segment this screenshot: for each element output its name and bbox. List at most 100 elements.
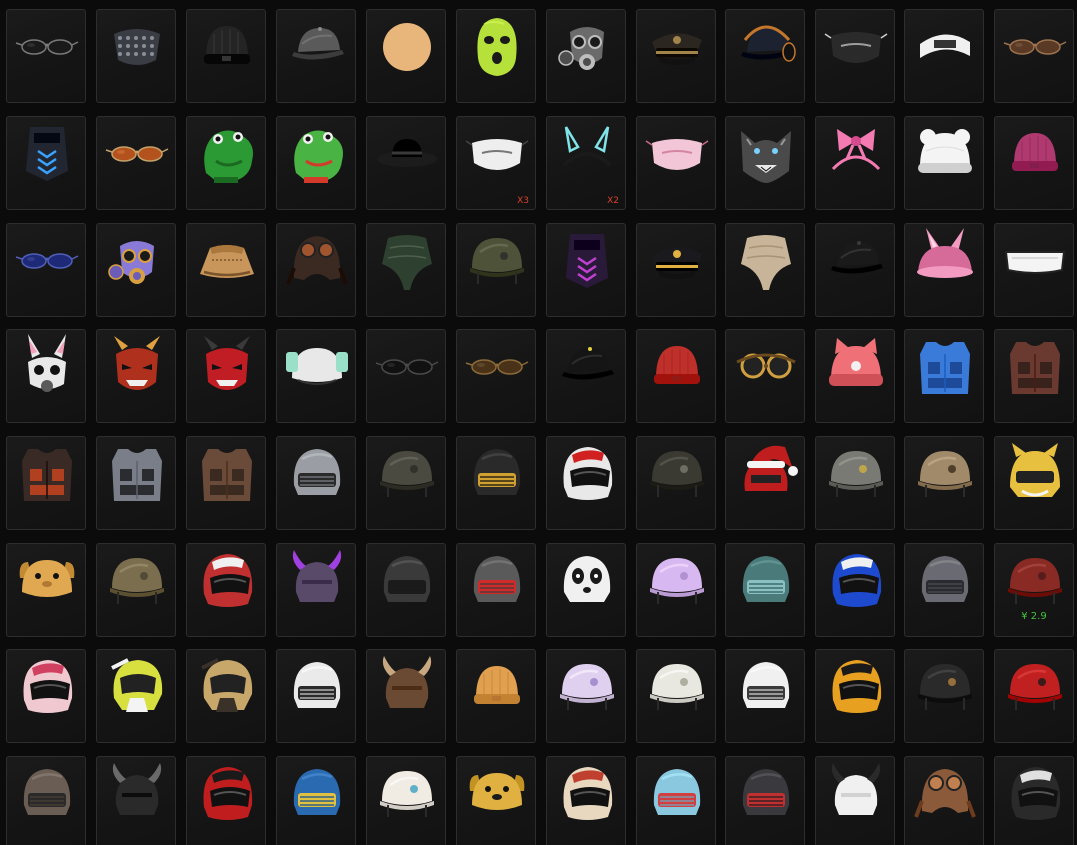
inventory-slot[interactable] bbox=[6, 9, 86, 103]
inventory-slot[interactable] bbox=[186, 223, 266, 317]
inventory-slot[interactable] bbox=[186, 116, 266, 210]
inventory-slot[interactable] bbox=[6, 116, 86, 210]
inventory-slot[interactable] bbox=[636, 649, 716, 743]
inventory-slot[interactable] bbox=[546, 9, 626, 103]
inventory-slot[interactable] bbox=[456, 756, 536, 845]
inventory-slot[interactable] bbox=[815, 116, 895, 210]
inventory-slot[interactable] bbox=[456, 543, 536, 637]
inventory-slot[interactable] bbox=[276, 436, 356, 530]
inventory-slot[interactable] bbox=[546, 329, 626, 423]
inventory-slot[interactable] bbox=[6, 436, 86, 530]
inventory-slot[interactable] bbox=[366, 9, 446, 103]
inventory-slot[interactable] bbox=[725, 9, 805, 103]
inventory-slot[interactable] bbox=[815, 649, 895, 743]
inventory-slot[interactable] bbox=[994, 223, 1074, 317]
inventory-slot[interactable] bbox=[725, 329, 805, 423]
inventory-slot[interactable] bbox=[815, 223, 895, 317]
inventory-slot[interactable] bbox=[96, 649, 176, 743]
inventory-slot[interactable] bbox=[96, 223, 176, 317]
inventory-slot[interactable] bbox=[994, 649, 1074, 743]
inventory-slot[interactable] bbox=[186, 756, 266, 845]
inventory-slot[interactable] bbox=[96, 543, 176, 637]
inventory-slot[interactable] bbox=[456, 329, 536, 423]
inventory-slot[interactable] bbox=[96, 9, 176, 103]
pink-cat-beanie-icon bbox=[829, 338, 883, 386]
inventory-slot[interactable] bbox=[366, 649, 446, 743]
inventory-slot[interactable] bbox=[725, 116, 805, 210]
inventory-slot[interactable] bbox=[725, 223, 805, 317]
inventory-slot[interactable] bbox=[636, 436, 716, 530]
inventory-slot[interactable] bbox=[904, 329, 984, 423]
inventory-slot[interactable] bbox=[636, 329, 716, 423]
inventory-slot[interactable] bbox=[276, 756, 356, 845]
inventory-slot[interactable] bbox=[815, 9, 895, 103]
inventory-slot[interactable] bbox=[815, 329, 895, 423]
inventory-slot[interactable] bbox=[456, 223, 536, 317]
inventory-slot[interactable] bbox=[186, 649, 266, 743]
inventory-slot[interactable] bbox=[636, 116, 716, 210]
inventory-slot[interactable] bbox=[904, 543, 984, 637]
inventory-slot[interactable] bbox=[815, 436, 895, 530]
inventory-slot[interactable] bbox=[276, 223, 356, 317]
inventory-slot[interactable] bbox=[994, 329, 1074, 423]
inventory-slot[interactable] bbox=[6, 329, 86, 423]
inventory-slot[interactable] bbox=[366, 756, 446, 845]
inventory-slot[interactable] bbox=[6, 756, 86, 845]
inventory-slot[interactable] bbox=[276, 9, 356, 103]
inventory-slot[interactable] bbox=[904, 649, 984, 743]
inventory-slot[interactable] bbox=[994, 116, 1074, 210]
inventory-slot[interactable]: ¥ 2.9 bbox=[994, 543, 1074, 637]
inventory-slot[interactable] bbox=[904, 436, 984, 530]
inventory-slot[interactable] bbox=[96, 436, 176, 530]
inventory-slot[interactable] bbox=[6, 649, 86, 743]
inventory-slot[interactable] bbox=[994, 436, 1074, 530]
inventory-slot[interactable] bbox=[96, 116, 176, 210]
inventory-slot[interactable] bbox=[636, 9, 716, 103]
inventory-slot[interactable] bbox=[725, 649, 805, 743]
bronze-open-helmet-icon bbox=[918, 664, 972, 710]
inventory-slot[interactable] bbox=[546, 756, 626, 845]
inventory-slot[interactable] bbox=[994, 756, 1074, 845]
inventory-slot[interactable] bbox=[904, 116, 984, 210]
inventory-slot[interactable] bbox=[636, 223, 716, 317]
inventory-slot[interactable] bbox=[186, 329, 266, 423]
inventory-slot[interactable] bbox=[366, 329, 446, 423]
inventory-slot[interactable] bbox=[186, 543, 266, 637]
inventory-slot[interactable] bbox=[186, 436, 266, 530]
inventory-slot[interactable] bbox=[456, 436, 536, 530]
inventory-slot[interactable] bbox=[96, 329, 176, 423]
inventory-slot[interactable] bbox=[456, 9, 536, 103]
inventory-slot[interactable]: X2 bbox=[546, 116, 626, 210]
inventory-slot[interactable] bbox=[6, 223, 86, 317]
inventory-slot[interactable] bbox=[366, 543, 446, 637]
inventory-slot[interactable] bbox=[725, 543, 805, 637]
inventory-slot[interactable] bbox=[546, 436, 626, 530]
inventory-slot[interactable] bbox=[815, 543, 895, 637]
inventory-slot[interactable] bbox=[636, 543, 716, 637]
inventory-slot[interactable] bbox=[456, 649, 536, 743]
inventory-slot[interactable] bbox=[186, 9, 266, 103]
inventory-slot[interactable] bbox=[366, 436, 446, 530]
magenta-beanie-icon bbox=[1012, 133, 1058, 171]
inventory-slot[interactable] bbox=[546, 543, 626, 637]
inventory-slot[interactable] bbox=[96, 756, 176, 845]
inventory-slot[interactable] bbox=[366, 116, 446, 210]
inventory-slot[interactable] bbox=[636, 756, 716, 845]
inventory-slot[interactable] bbox=[276, 543, 356, 637]
inventory-slot[interactable] bbox=[725, 756, 805, 845]
inventory-slot[interactable] bbox=[546, 223, 626, 317]
inventory-slot[interactable] bbox=[276, 649, 356, 743]
inventory-slot[interactable] bbox=[276, 116, 356, 210]
inventory-slot[interactable] bbox=[994, 9, 1074, 103]
inventory-slot[interactable] bbox=[904, 756, 984, 845]
inventory-slot[interactable] bbox=[276, 329, 356, 423]
gold-mask-helmet-icon bbox=[918, 451, 972, 497]
inventory-slot[interactable] bbox=[904, 223, 984, 317]
inventory-slot[interactable] bbox=[6, 543, 86, 637]
inventory-slot[interactable] bbox=[546, 649, 626, 743]
inventory-slot[interactable] bbox=[815, 756, 895, 845]
inventory-slot[interactable] bbox=[725, 436, 805, 530]
inventory-slot[interactable] bbox=[904, 9, 984, 103]
inventory-slot[interactable]: X3 bbox=[456, 116, 536, 210]
inventory-slot[interactable] bbox=[366, 223, 446, 317]
